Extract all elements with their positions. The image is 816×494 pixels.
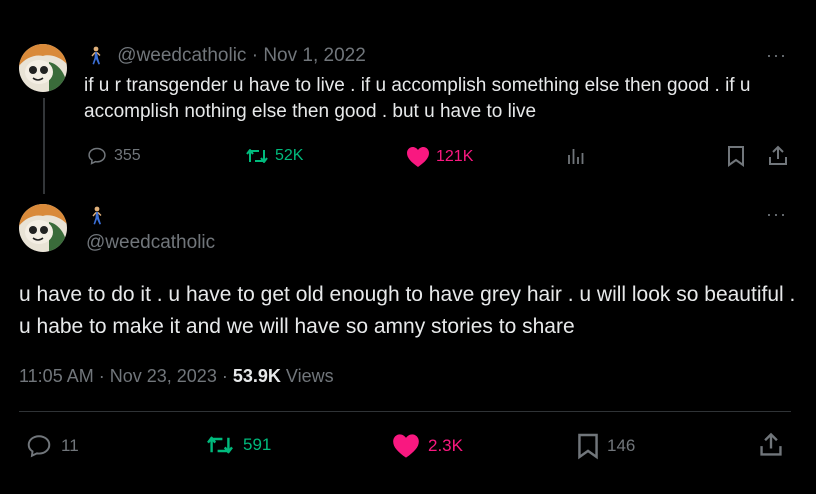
reply-count: 355 [114, 147, 141, 164]
like-count: 121K [436, 148, 474, 165]
tweet-header: @weedcatholic · Nov 1, 2022 [88, 45, 366, 67]
reply-icon [86, 146, 108, 166]
divider [19, 411, 791, 412]
header-separator: · [251, 45, 259, 66]
tweet-text: if u r transgender u have to live . if u… [84, 75, 751, 122]
like-button[interactable]: 2.3K [392, 433, 463, 459]
display-name[interactable] [89, 206, 105, 226]
heart-icon [406, 146, 430, 168]
retweet-count: 52K [275, 147, 304, 164]
avatar[interactable] [19, 44, 67, 92]
tweet-date-link[interactable]: Nov 1, 2022 [263, 45, 365, 66]
walking-person-icon [89, 206, 105, 226]
handle-link[interactable]: @weedcatholic [86, 232, 215, 254]
tweet-text: u have to do it . u have to get old enou… [19, 283, 796, 338]
tweet-time[interactable]: 11:05 AM [19, 366, 94, 386]
like-count: 2.3K [428, 436, 463, 455]
bookmark-icon [727, 145, 745, 167]
retweet-count: 591 [243, 435, 272, 454]
like-button[interactable]: 121K [406, 146, 473, 168]
retweet-icon [245, 146, 269, 166]
meta-separator: · [98, 366, 105, 386]
retweet-button[interactable]: 591 [205, 433, 271, 457]
bookmark-icon [577, 432, 599, 460]
more-options-button[interactable]: ··· [766, 204, 787, 225]
views-button[interactable] [566, 146, 586, 166]
thread-line [43, 98, 45, 194]
handle-link[interactable]: @weedcatholic [117, 45, 246, 66]
bookmark-count: 146 [607, 436, 636, 455]
bookmark-button[interactable]: 146 [577, 432, 635, 460]
tweet-metadata: 11:05 AM · Nov 23, 2023 · 53.9K Views [19, 366, 334, 387]
bookmark-button[interactable] [727, 145, 745, 167]
share-button[interactable] [758, 432, 784, 458]
views-label: Views [285, 366, 334, 386]
walking-person-icon [88, 46, 104, 66]
views-icon [566, 146, 586, 166]
share-button[interactable] [767, 145, 789, 167]
share-icon [758, 432, 784, 458]
tweet-date[interactable]: Nov 23, 2023 [110, 366, 217, 386]
reply-count: 11 [61, 436, 79, 455]
meta-separator: · [221, 366, 228, 386]
heart-icon [392, 433, 420, 459]
avatar[interactable] [19, 204, 67, 252]
reply-button[interactable]: 355 [86, 146, 141, 166]
retweet-button[interactable]: 52K [245, 146, 303, 166]
views-count: 53.9K [232, 366, 281, 386]
more-options-button[interactable]: ··· [766, 45, 787, 66]
share-icon [767, 145, 789, 167]
retweet-icon [205, 433, 235, 457]
reply-button[interactable]: 11 [25, 433, 79, 459]
reply-icon [25, 433, 53, 459]
